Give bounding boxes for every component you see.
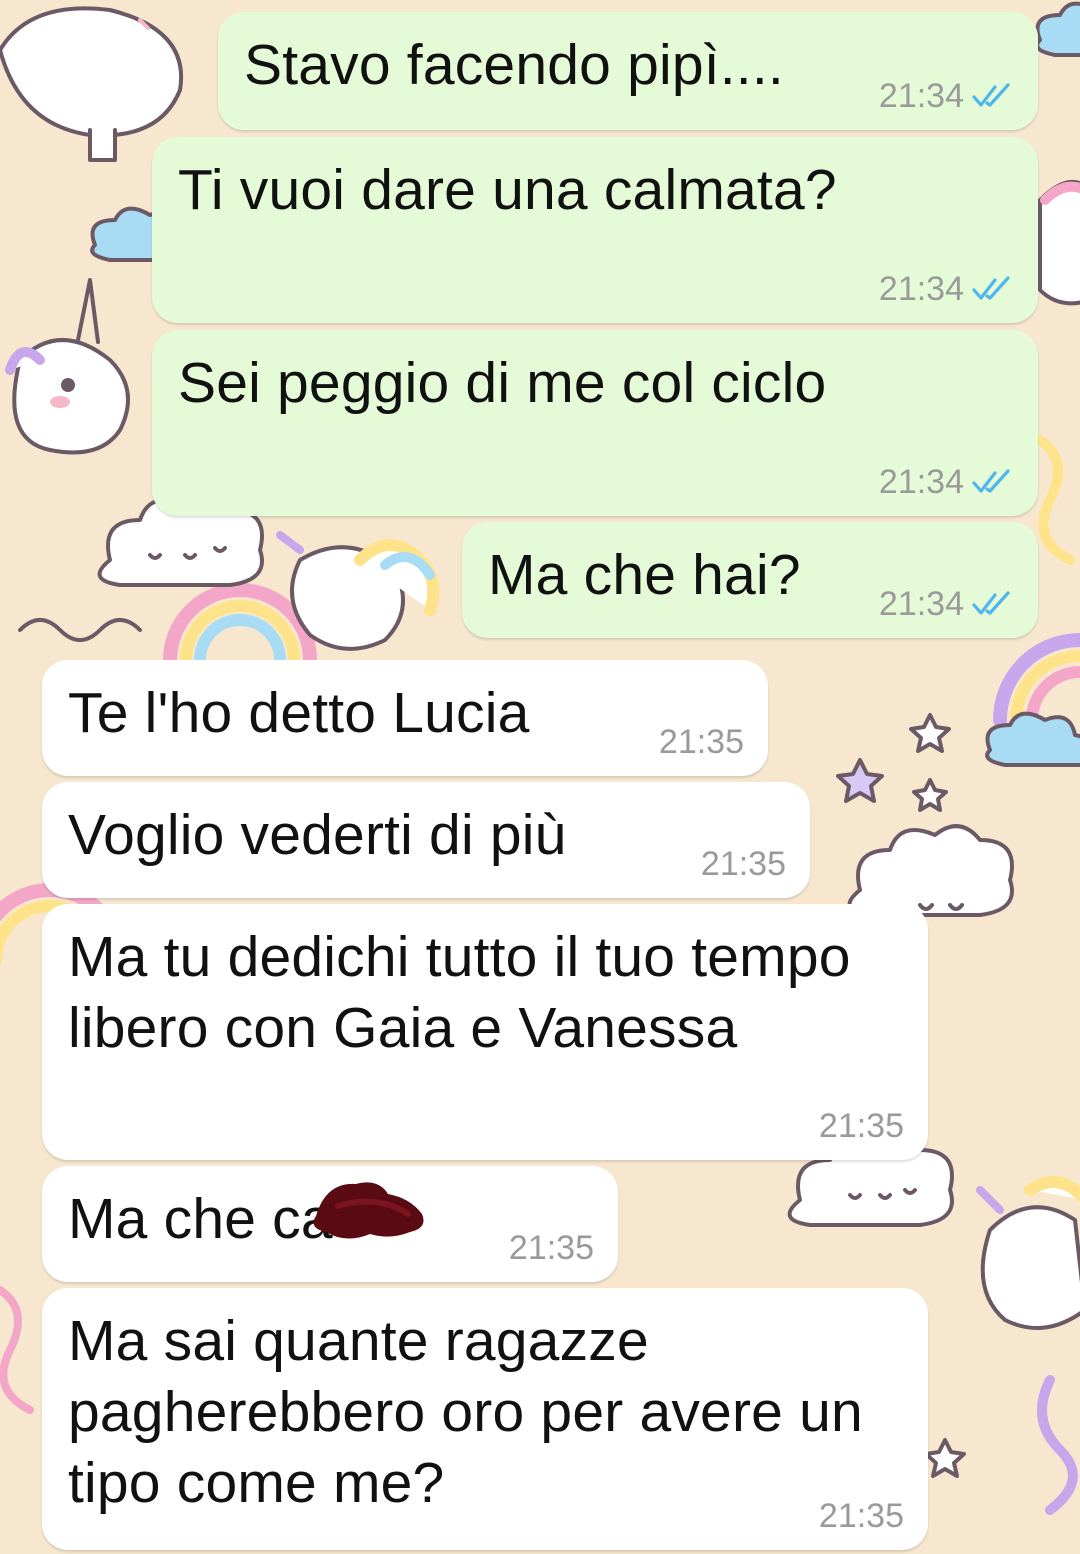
message-bubble-incoming[interactable]: Te l'ho detto Lucia 21:35 xyxy=(42,660,768,776)
message-time: 21:34 xyxy=(878,270,964,308)
redaction-scribble xyxy=(313,1182,424,1239)
message-time: 21:35 xyxy=(508,1229,594,1267)
double-check-read-icon xyxy=(972,591,1014,617)
message-time: 21:34 xyxy=(878,77,964,115)
message-bubble-outgoing[interactable]: Ti vuoi dare una calmata? 21:34 xyxy=(152,137,1038,323)
message-text: Stavo facendo pipì.... xyxy=(244,33,784,97)
message-time: 21:35 xyxy=(818,1497,904,1535)
message-bubble-outgoing[interactable]: Stavo facendo pipì.... 21:34 xyxy=(218,12,1038,130)
cloud-icon xyxy=(847,824,1014,917)
unicorn-icon xyxy=(1038,180,1080,306)
message-text: Ma tu dedichi tutto il tuo tempo libero … xyxy=(68,925,851,1060)
message-text: Te l'ho detto Lucia xyxy=(68,681,530,745)
message-text: Ma sai quante ragazze pagherebbero oro p… xyxy=(68,1309,863,1515)
message-bubble-incoming[interactable]: Ma sai quante ragazze pagherebbero oro p… xyxy=(42,1288,928,1550)
message-text: Sei peggio di me col ciclo xyxy=(178,351,827,415)
message-bubble-incoming[interactable]: Voglio vederti di più 21:35 xyxy=(42,782,810,898)
rainbow-icon xyxy=(993,633,1080,727)
message-bubble-outgoing[interactable]: Sei peggio di me col ciclo 21:34 xyxy=(152,330,1038,516)
message-time: 21:34 xyxy=(878,463,964,501)
message-time: 21:35 xyxy=(818,1107,904,1145)
message-text: Ma che hai? xyxy=(488,543,801,607)
double-check-read-icon xyxy=(972,83,1014,109)
double-check-read-icon xyxy=(972,276,1014,302)
message-time: 21:35 xyxy=(700,845,786,883)
unicorn-icon xyxy=(5,278,130,455)
message-bubble-outgoing[interactable]: Ma che hai? 21:34 xyxy=(462,522,1038,638)
message-text: Voglio vederti di più xyxy=(68,803,567,867)
cloud-icon xyxy=(1035,1,1080,57)
message-text: Ma che ca xyxy=(68,1187,333,1251)
message-bubble-incoming[interactable]: Ma tu dedichi tutto il tuo tempo libero … xyxy=(42,904,928,1160)
unicorn-icon xyxy=(0,6,184,162)
double-check-read-icon xyxy=(972,469,1014,495)
message-time: 21:34 xyxy=(878,585,964,623)
message-time: 21:35 xyxy=(658,723,744,761)
message-text: Ti vuoi dare una calmata? xyxy=(178,158,837,222)
unicorn-icon xyxy=(976,1176,1080,1330)
rainbow-icon xyxy=(163,583,317,667)
